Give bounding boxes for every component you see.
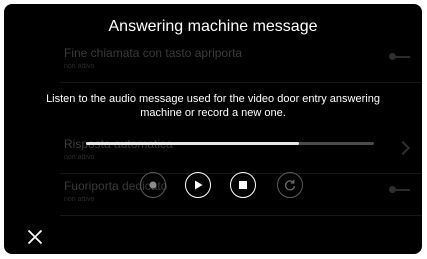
toggle-icon [389, 186, 410, 193]
stop-button[interactable] [230, 172, 256, 198]
answering-machine-screen: Fine chiamata con tasto apriporta non at… [4, 4, 422, 254]
chevron-right-icon [395, 140, 411, 156]
divider [60, 82, 422, 83]
dialog-description: Listen to the audio message used for the… [46, 93, 380, 119]
record-button[interactable] [140, 172, 166, 198]
close-button[interactable] [26, 228, 44, 246]
bg-list-item-status: non attivo [64, 196, 95, 203]
toggle-icon [389, 53, 410, 60]
reset-icon [284, 179, 296, 191]
close-icon [27, 229, 43, 245]
audio-progress-bar[interactable] [86, 142, 374, 145]
bg-list-item-status: non attivo [64, 63, 95, 70]
reset-button[interactable] [277, 172, 303, 198]
divider [60, 215, 422, 216]
dialog-title: Answering machine message [108, 18, 318, 35]
bg-list-item-status: non attivo [64, 154, 95, 161]
record-icon [149, 181, 157, 189]
play-button[interactable] [185, 172, 211, 198]
bg-list-item-label: Fine chiamata con tasto apriporta [64, 46, 243, 60]
play-icon [195, 180, 203, 190]
audio-progress-fill [86, 142, 300, 145]
stop-icon [239, 181, 247, 189]
